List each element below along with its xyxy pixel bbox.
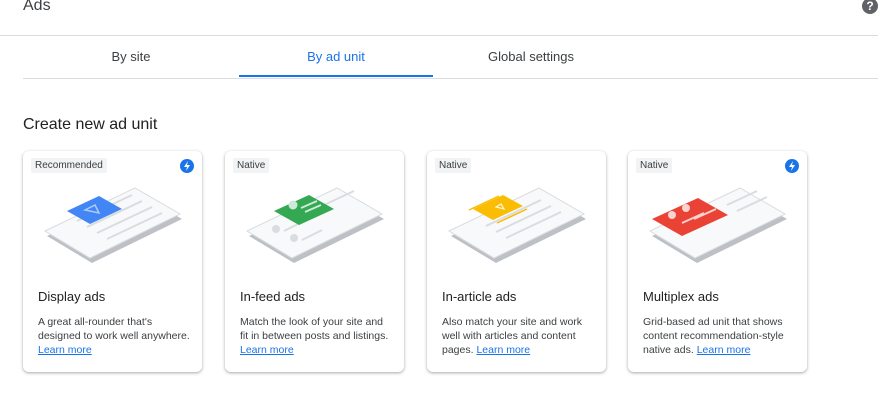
section-title: Create new ad unit	[23, 116, 158, 133]
native-badge: Native	[435, 158, 472, 173]
card-description: Match the look of your site and fit in b…	[240, 316, 389, 356]
card-multiplex-ads[interactable]: Native Multiplex ads Grid-based ad unit …	[628, 151, 807, 372]
in-feed-phone-illustration	[245, 187, 384, 263]
card-title: In-article ads	[442, 289, 517, 304]
lightning-bolt-icon	[785, 159, 799, 173]
multiplex-phone-illustration	[648, 187, 787, 263]
card-title: Multiplex ads	[643, 289, 719, 304]
card-description: Grid-based ad unit that shows content re…	[643, 316, 784, 356]
help-icon[interactable]: ?	[862, 0, 878, 14]
card-title: In-feed ads	[240, 289, 306, 304]
card-description: A great all-rounder that's designed to w…	[38, 316, 190, 356]
card-description: Also match your site and work well with …	[442, 316, 583, 356]
learn-more-link[interactable]: Learn more	[38, 344, 92, 356]
native-badge: Native	[636, 158, 673, 173]
lightning-bolt-icon	[180, 159, 194, 173]
card-in-article-ads[interactable]: Native In-article ads Also match your si…	[427, 151, 606, 372]
tab-bar: By site By ad unit Global settings	[23, 36, 878, 79]
tab-global-settings[interactable]: Global settings	[433, 36, 629, 77]
tab-by-site[interactable]: By site	[23, 36, 239, 77]
card-display-ads[interactable]: Recommended Display ads A great all-roun…	[23, 151, 202, 372]
card-in-feed-ads[interactable]: Native In-feed ads Match the look of you…	[225, 151, 404, 372]
learn-more-link[interactable]: Learn more	[476, 344, 530, 356]
display-ad-phone-illustration	[43, 187, 182, 263]
native-badge: Native	[233, 158, 270, 173]
learn-more-link[interactable]: Learn more	[240, 344, 294, 356]
learn-more-link[interactable]: Learn more	[697, 344, 751, 356]
tab-by-ad-unit[interactable]: By ad unit	[239, 36, 433, 77]
in-article-phone-illustration	[447, 187, 586, 263]
card-title: Display ads	[38, 289, 106, 304]
page-title: Ads	[23, 0, 51, 14]
recommended-badge: Recommended	[31, 158, 107, 173]
